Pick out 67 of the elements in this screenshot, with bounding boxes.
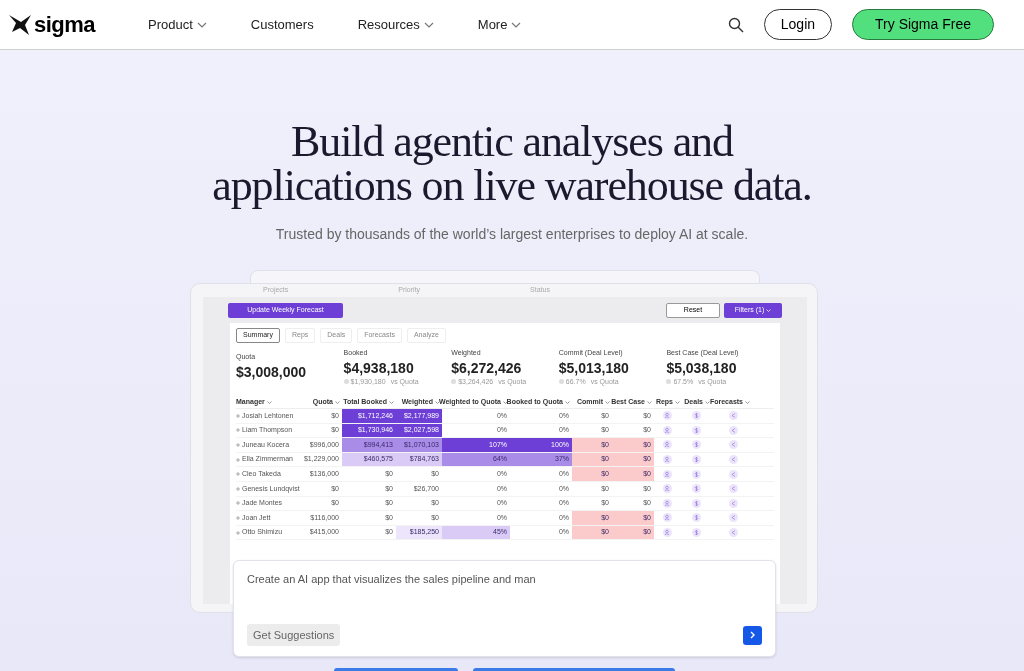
chevron-down-icon [435, 401, 440, 404]
share-icon[interactable] [729, 513, 738, 523]
dollar-icon[interactable] [691, 513, 701, 523]
nav-link[interactable]: Resources [357, 14, 434, 35]
submit-button[interactable] [743, 625, 762, 645]
share-icon[interactable] [729, 498, 738, 508]
chevron-down-icon [266, 401, 272, 404]
people-icon[interactable] [663, 498, 672, 508]
search-icon[interactable] [727, 16, 744, 33]
get-suggestions-button[interactable]: Get Suggestions [247, 624, 341, 646]
chevron-down-icon [647, 401, 652, 404]
people-icon[interactable] [663, 455, 672, 465]
people-icon[interactable] [663, 484, 672, 494]
plus-icon[interactable] [236, 457, 240, 462]
metric-value: $4,938,180 [343, 358, 415, 377]
people-icon[interactable] [663, 513, 672, 523]
hero-heading: Build agentic analyses and applications on live warehouse data. [212, 120, 812, 208]
logo-icon [8, 13, 32, 36]
chevron-right-icon [749, 631, 756, 639]
plus-icon[interactable] [236, 486, 240, 491]
dollar-icon[interactable] [691, 440, 701, 450]
chevron-down-icon [389, 401, 394, 404]
dollar-icon[interactable] [691, 411, 701, 421]
plus-icon[interactable] [236, 428, 240, 433]
dollar-icon[interactable] [691, 484, 701, 494]
nav-link[interactable]: More [477, 14, 522, 35]
people-icon[interactable] [663, 469, 672, 479]
brand-name[interactable]: sigma [34, 8, 95, 41]
plus-icon[interactable] [236, 515, 240, 520]
try-free-button[interactable]: Try Sigma Free [852, 9, 994, 40]
plus-icon[interactable] [236, 443, 240, 447]
metric-value: $3,008,000 [236, 362, 308, 381]
chevron-down-icon [565, 401, 570, 404]
share-icon[interactable] [729, 411, 738, 421]
share-icon[interactable] [729, 440, 738, 450]
metric-value: $5,038,180 [666, 358, 738, 377]
people-icon[interactable] [663, 528, 672, 538]
plus-icon[interactable] [236, 413, 240, 418]
hero-subtitle: Trusted by thousands of the world’s largest enterprises to deploy AI at scale. [275, 225, 749, 244]
plus-icon[interactable] [236, 472, 240, 477]
dollar-icon[interactable] [691, 455, 701, 465]
share-icon[interactable] [729, 484, 738, 494]
nav-link[interactable]: Customers [250, 14, 314, 35]
people-icon[interactable] [663, 425, 672, 435]
people-icon[interactable] [663, 440, 672, 450]
chevron-down-icon [745, 401, 750, 404]
chevron-down-icon [335, 401, 340, 404]
chevron-down-icon [766, 308, 772, 312]
dollar-icon[interactable] [691, 528, 701, 538]
chevron-down-icon [503, 401, 508, 404]
plus-icon[interactable] [236, 501, 240, 506]
dollar-icon[interactable] [691, 469, 701, 479]
metric-value: $6,272,426 [451, 358, 523, 377]
prompt-input[interactable]: Create an AI app that visualizes the sales pipeline and man [247, 571, 762, 588]
chevron-down-icon [605, 401, 610, 404]
share-icon[interactable] [729, 528, 738, 538]
plus-icon[interactable] [236, 530, 240, 535]
people-icon[interactable] [663, 411, 672, 421]
nav-link[interactable]: Product [148, 14, 207, 35]
share-icon[interactable] [729, 469, 738, 479]
dollar-icon[interactable] [691, 498, 701, 508]
chevron-down-icon [675, 401, 680, 404]
chevron-down-icon [705, 401, 710, 404]
share-icon[interactable] [729, 425, 738, 435]
metric-value: $5,013,180 [558, 358, 630, 377]
share-icon[interactable] [729, 455, 738, 465]
dollar-icon[interactable] [691, 425, 701, 435]
